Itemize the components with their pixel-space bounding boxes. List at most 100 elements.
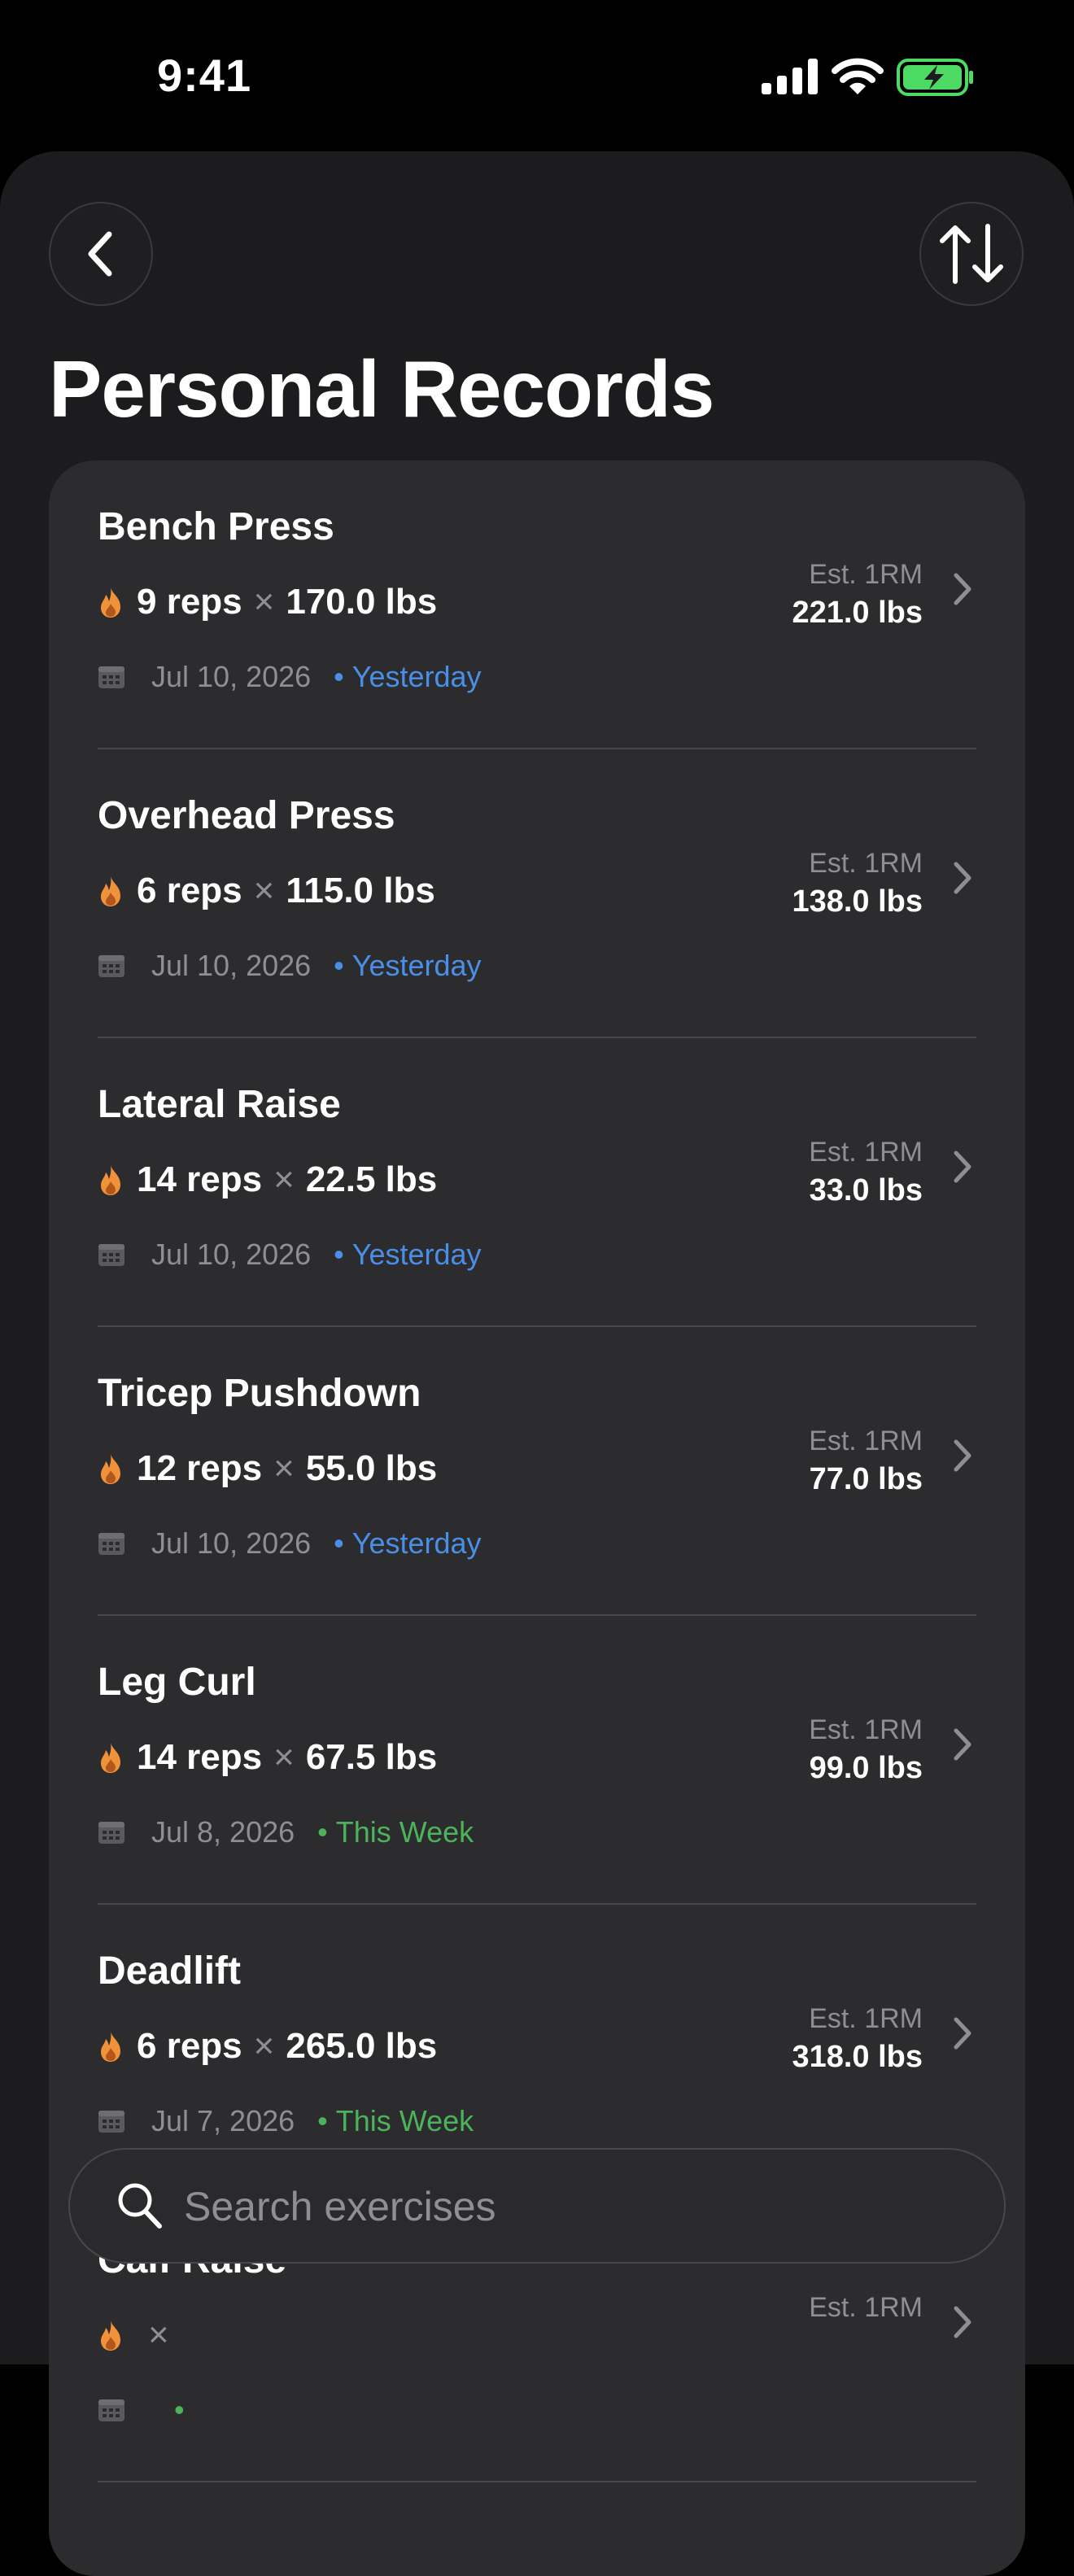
flame-icon: [101, 876, 120, 906]
row-divider: [98, 2481, 976, 2482]
record-date-line: Jul 10, 2026 • Yesterday: [98, 659, 482, 695]
record-row[interactable]: Tricep Pushdown 12 reps × 55.0 lbs Jul 1…: [98, 1327, 976, 1616]
separator-dot: •: [334, 1238, 344, 1271]
est-1rm-label: Est. 1RM: [809, 1714, 923, 1745]
record-performance: 6 reps × 115.0 lbs: [98, 868, 435, 914]
weight-value: 265.0 lbs: [286, 2026, 438, 2066]
exercise-name: Overhead Press: [98, 794, 395, 837]
flame-icon: [101, 1454, 120, 1484]
flame-icon: [101, 1165, 120, 1195]
flame-icon: [101, 587, 120, 618]
exercise-name: Leg Curl: [98, 1661, 256, 1704]
estimated-1rm: Est. 1RM 77.0 lbs: [809, 1423, 923, 1500]
times-symbol: ×: [273, 1737, 295, 1777]
relative-date-badge: Yesterday: [351, 949, 482, 982]
record-row[interactable]: Lateral Raise 14 reps × 22.5 lbs Jul 10,…: [98, 1038, 976, 1327]
record-performance: 9 reps × 170.0 lbs: [98, 579, 437, 625]
reps-value: 14 reps: [137, 1737, 263, 1777]
weight-value: 115.0 lbs: [286, 871, 435, 910]
est-1rm-value: 221.0 lbs: [792, 596, 923, 630]
reps-value: 9 reps: [137, 582, 242, 622]
record-performance: 12 reps × 55.0 lbs: [98, 1446, 437, 1491]
chevron-left-icon: [88, 231, 112, 277]
record-date: Jul 10, 2026: [151, 660, 312, 693]
estimated-1rm: Est. 1RM 138.0 lbs: [792, 845, 923, 922]
search-input[interactable]: [182, 2172, 918, 2241]
weight-value: 170.0 lbs: [286, 582, 438, 622]
relative-date-badge: Yesterday: [351, 660, 482, 693]
chevron-right-icon: [954, 1150, 971, 1183]
record-date: Jul 10, 2026: [151, 1526, 312, 1560]
chevron-right-icon: [954, 1728, 971, 1761]
status-time: 9:41: [157, 50, 252, 101]
calendar-icon: [98, 2111, 124, 2133]
est-1rm-value: 33.0 lbs: [809, 1173, 923, 1207]
est-1rm-label: Est. 1RM: [809, 2003, 923, 2034]
separator-dot: •: [334, 1526, 344, 1560]
estimated-1rm: Est. 1RM 33.0 lbs: [809, 1134, 923, 1211]
weight-value: 55.0 lbs: [305, 1448, 438, 1488]
search-bar[interactable]: [68, 2148, 1006, 2264]
chevron-right-icon: [954, 1439, 971, 1472]
est-1rm-label: Est. 1RM: [809, 1426, 923, 1456]
calendar-icon: [98, 1822, 124, 1844]
status-bar: 9:41: [0, 0, 1074, 151]
cellular-signal-icon: [762, 59, 818, 94]
chevron-right-icon: [954, 573, 971, 605]
chevron-right-icon: [954, 862, 971, 894]
chevron-right-icon: [954, 2017, 971, 2050]
back-button[interactable]: [49, 202, 153, 306]
relative-date-badge: This Week: [335, 1815, 474, 1849]
exercise-name: Tricep Pushdown: [98, 1372, 421, 1415]
exercise-name: Lateral Raise: [98, 1083, 341, 1126]
sort-arrows-icon: [940, 224, 1003, 284]
separator-dot: •: [317, 1815, 328, 1849]
relative-date-badge: This Week: [335, 2104, 474, 2137]
calendar-icon: [98, 955, 124, 977]
reps-value: 6 reps: [137, 2026, 242, 2066]
record-date-line: Jul 8, 2026 • This Week: [98, 1814, 474, 1850]
record-performance: 14 reps × 67.5 lbs: [98, 1735, 437, 1780]
estimated-1rm: Est. 1RM 318.0 lbs: [792, 2001, 923, 2077]
est-1rm-value: 138.0 lbs: [792, 884, 923, 919]
flame-icon: [101, 1743, 120, 1773]
est-1rm-label: Est. 1RM: [809, 1137, 923, 1168]
times-symbol: ×: [253, 582, 275, 622]
record-row[interactable]: Bench Press 9 reps × 170.0 lbs Jul 10, 2…: [98, 461, 976, 749]
record-row[interactable]: Leg Curl 14 reps × 67.5 lbs Jul 8, 2026 …: [98, 1616, 976, 1905]
est-1rm-label: Est. 1RM: [809, 559, 923, 590]
times-symbol: ×: [273, 1448, 295, 1488]
separator-dot: •: [334, 949, 344, 982]
record-performance: 14 reps × 22.5 lbs: [98, 1157, 437, 1203]
relative-date-badge: Yesterday: [351, 1238, 482, 1271]
record-row[interactable]: Overhead Press 6 reps × 115.0 lbs Jul 10…: [98, 749, 976, 1038]
personal-records-sheet: Personal Records Bench Press 9 reps × 17…: [0, 151, 1074, 2576]
flame-icon: [101, 2032, 120, 2062]
times-symbol: ×: [253, 2026, 275, 2066]
relative-date-badge: Yesterday: [351, 1526, 482, 1560]
record-date-line: Jul 7, 2026 • This Week: [98, 2103, 474, 2139]
estimated-1rm: Est. 1RM 221.0 lbs: [792, 557, 923, 633]
wifi-icon: [832, 58, 884, 94]
separator-dot: •: [334, 660, 344, 693]
record-performance: ×: [98, 2312, 181, 2358]
battery-charging-icon: [897, 59, 973, 96]
separator-dot: •: [174, 2393, 185, 2426]
separator-dot: •: [317, 2104, 328, 2137]
calendar-icon: [98, 2399, 124, 2421]
record-performance: 6 reps × 265.0 lbs: [98, 2024, 437, 2069]
estimated-1rm: Est. 1RM: [809, 2290, 923, 2325]
record-date: Jul 7, 2026: [151, 2104, 295, 2137]
record-date-line: •: [98, 2392, 193, 2428]
est-1rm-label: Est. 1RM: [809, 848, 923, 879]
sort-button[interactable]: [919, 202, 1024, 306]
reps-value: 12 reps: [137, 1448, 263, 1488]
exercise-name: Deadlift: [98, 1949, 242, 1993]
times-symbol: ×: [148, 2315, 169, 2355]
estimated-1rm: Est. 1RM 99.0 lbs: [809, 1712, 923, 1788]
est-1rm-value: 318.0 lbs: [792, 2040, 923, 2074]
record-date-line: Jul 10, 2026 • Yesterday: [98, 948, 482, 984]
times-symbol: ×: [253, 871, 275, 910]
est-1rm-label: Est. 1RM: [809, 2292, 923, 2323]
record-date-line: Jul 10, 2026 • Yesterday: [98, 1237, 482, 1273]
